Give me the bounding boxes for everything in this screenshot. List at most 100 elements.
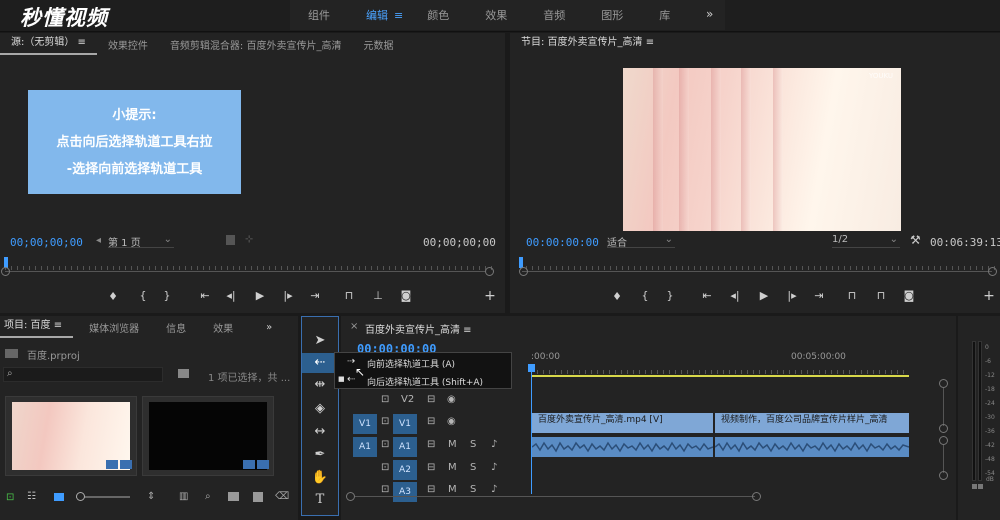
close-icon[interactable]: × [350, 321, 358, 332]
camera-icon[interactable]: ◙ [902, 289, 916, 302]
track-target-a1[interactable]: A1 [393, 437, 417, 457]
sync-lock-icon[interactable]: ⊟ [427, 439, 435, 450]
track-target-a3[interactable]: A3 [393, 482, 417, 502]
go-to-out-icon[interactable]: ⇥ [308, 289, 322, 302]
tab-project[interactable]: 项目: 百度 ≡ [0, 316, 74, 338]
page-select[interactable]: 第 1 页 ⌄ [108, 234, 174, 249]
find-icon[interactable]: ⌕ [205, 491, 211, 502]
audio-clip-2[interactable] [714, 437, 910, 457]
new-item-icon[interactable] [253, 492, 263, 502]
zoom-slider-handle[interactable] [76, 492, 85, 501]
source-timecode[interactable]: 00;00;00;00 [10, 236, 83, 249]
source-zoom-handle-right[interactable] [485, 267, 494, 276]
go-to-in-icon[interactable]: ⇤ [700, 289, 714, 302]
wrench-icon[interactable]: ⚒ [910, 233, 921, 247]
mute-button[interactable]: M [448, 439, 457, 450]
solo-right-button[interactable] [978, 484, 983, 489]
clip-thumbnail[interactable] [5, 396, 137, 476]
mark-out-icon[interactable]: } [160, 289, 174, 302]
go-to-in-icon[interactable]: ⇤ [198, 289, 212, 302]
source-patch-v1[interactable]: V1 [353, 414, 377, 434]
video-preview[interactable]: YOUKU [623, 68, 901, 231]
export-frame-icon[interactable] [226, 235, 235, 245]
track-target-v1[interactable]: V1 [393, 414, 417, 434]
lock-icon[interactable]: ⊡ [381, 439, 389, 450]
tab-workspace-audio[interactable]: 音频 [525, 7, 583, 23]
lock-icon[interactable]: ⊡ [381, 462, 389, 473]
timeline-h-scrollbar[interactable] [355, 496, 755, 497]
new-bin-icon[interactable] [228, 492, 239, 501]
more-workspaces-button[interactable]: » [706, 7, 713, 21]
insert-icon[interactable]: ⊓ [342, 289, 356, 302]
solo-button[interactable]: S [470, 484, 476, 495]
eye-icon[interactable]: ◉ [447, 394, 456, 405]
lock-icon[interactable]: ⊡ [381, 484, 389, 495]
play-icon[interactable]: ▶ [253, 289, 267, 302]
mute-button[interactable]: M [448, 462, 457, 473]
trash-icon[interactable]: ⌫ [275, 491, 289, 502]
program-zoom-handle-right[interactable] [988, 267, 997, 276]
audio-scrollbar[interactable] [943, 445, 944, 473]
overwrite-icon[interactable]: ⊥ [371, 289, 385, 302]
lock-icon[interactable]: ⊡ [381, 416, 389, 427]
icon-view-icon[interactable] [54, 493, 64, 501]
timeline-ruler[interactable] [531, 362, 909, 374]
tab-media-browser[interactable]: 媒体浏览器 [73, 320, 150, 335]
sync-lock-icon[interactable]: ⊟ [427, 462, 435, 473]
sync-lock-icon[interactable]: ⊟ [427, 416, 435, 427]
mark-out-icon[interactable]: } [663, 289, 677, 302]
audio-scroll-handle[interactable] [939, 436, 948, 445]
source-scrollbar[interactable] [5, 271, 485, 272]
new-bin-icon[interactable] [178, 369, 189, 378]
automate-icon[interactable]: ▥ [179, 491, 188, 502]
tab-info[interactable]: 信息 [150, 320, 197, 335]
add-marker-icon[interactable]: ♦ [610, 290, 624, 303]
menu-icon[interactable]: ≡ [394, 9, 403, 22]
hand-tool-icon[interactable]: ✋ [302, 470, 338, 485]
tab-workspace-color[interactable]: 颜色 [409, 7, 467, 23]
video-scroll-handle[interactable] [939, 379, 948, 388]
h-scroll-handle-left[interactable] [346, 492, 355, 501]
pen-tool-icon[interactable]: ✒ [302, 447, 338, 462]
mute-button[interactable]: M [448, 484, 457, 495]
tab-effect-controls[interactable]: 效果控件 [97, 37, 159, 52]
step-forward-icon[interactable]: |▸ [785, 289, 799, 302]
settings-icon[interactable]: ⊹ [245, 234, 253, 245]
video-scroll-handle[interactable] [939, 424, 948, 433]
microphone-icon[interactable]: ♪ [491, 484, 497, 495]
track-label[interactable]: V2 [401, 394, 414, 405]
step-back-icon[interactable]: ◂| [224, 289, 238, 302]
sequence-thumbnail[interactable] [142, 396, 274, 476]
lift-icon[interactable]: ⊓ [845, 289, 859, 302]
tab-workspace-assembly[interactable]: 组件 [290, 7, 348, 23]
track-target-a2[interactable]: A2 [393, 460, 417, 480]
work-area-bar[interactable] [531, 375, 909, 377]
tab-workspace-graphics[interactable]: 图形 [583, 7, 641, 23]
slip-tool-icon[interactable]: ↔ [302, 424, 338, 439]
list-view-icon[interactable]: ☷ [27, 491, 36, 502]
razor-tool-icon[interactable]: ◈ [302, 401, 338, 416]
chevron-left-icon[interactable]: ◂ [96, 235, 101, 246]
mark-in-icon[interactable]: { [136, 289, 150, 302]
camera-icon[interactable]: ◙ [399, 289, 413, 302]
sort-icon[interactable]: ⇕ [147, 491, 155, 502]
sync-lock-icon[interactable]: ⊟ [427, 484, 435, 495]
extract-icon[interactable]: ⊓ [874, 289, 888, 302]
ripple-edit-tool-icon[interactable]: ⇹ [302, 377, 338, 392]
program-ruler[interactable] [520, 258, 995, 270]
type-tool-icon[interactable]: T [302, 492, 338, 507]
lock-icon[interactable]: ⊡ [381, 394, 389, 405]
audio-clip-1[interactable] [531, 437, 714, 457]
eye-icon[interactable]: ◉ [447, 416, 456, 427]
resolution-select[interactable]: 1/2 ⌄ [832, 234, 900, 248]
microphone-icon[interactable]: ♪ [491, 439, 497, 450]
go-to-out-icon[interactable]: ⇥ [812, 289, 826, 302]
source-zoom-handle-left[interactable] [1, 267, 10, 276]
video-clip-1[interactable]: 百度外卖宣传片_高清.mp4 [V] [532, 413, 713, 433]
sync-lock-icon[interactable]: ⊟ [427, 394, 435, 405]
tab-program[interactable]: 节目: 百度外卖宣传片_高清 ≡ [510, 33, 665, 55]
tab-workspace-effects[interactable]: 效果 [467, 7, 525, 23]
solo-left-button[interactable] [972, 484, 977, 489]
program-scrollbar[interactable] [522, 271, 992, 272]
h-scroll-handle-right[interactable] [752, 492, 761, 501]
